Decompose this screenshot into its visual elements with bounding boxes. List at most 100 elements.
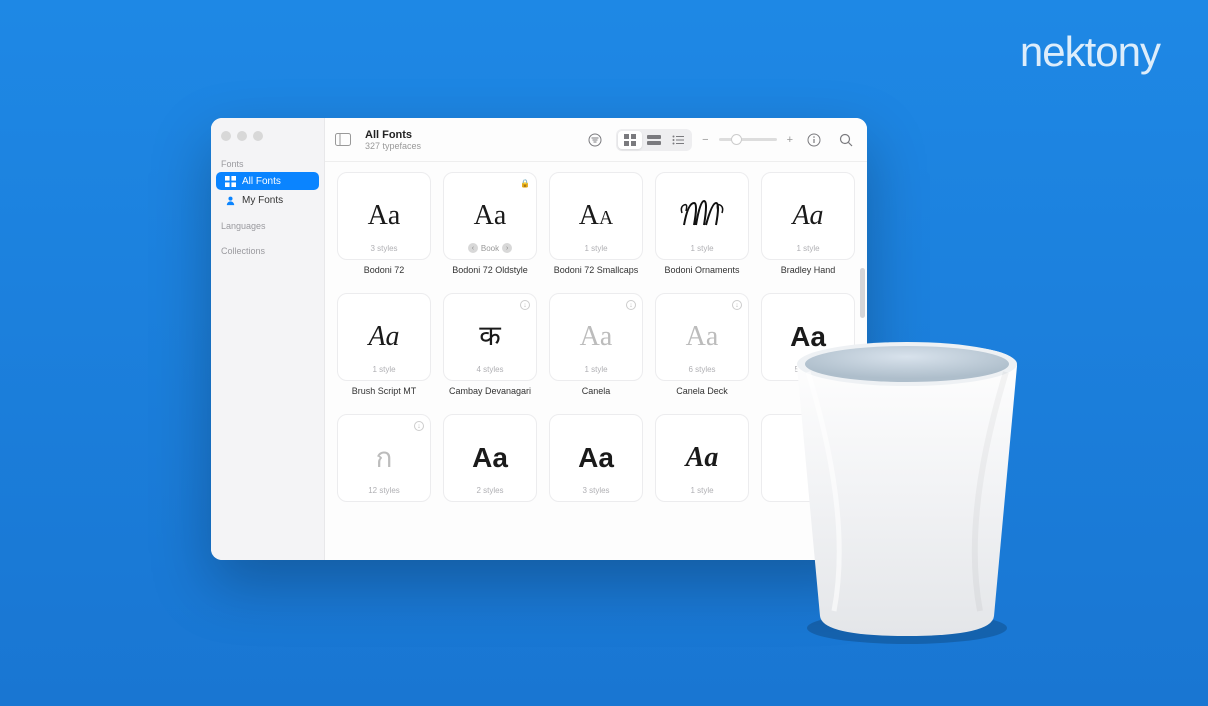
font-name: Brush Script MT [337,386,431,396]
download-icon[interactable]: ↓ [626,300,636,310]
view-segmented [616,129,692,151]
font-sample: Aa [686,323,719,351]
trash-icon [772,336,1042,646]
font-meta: 1 style [584,365,607,374]
search-icon[interactable] [835,130,857,150]
person-icon [224,194,236,206]
font-name: Canela Deck [655,386,749,396]
font-cell[interactable]: Aa 1 style [655,414,749,517]
sidebar-section-collections: Collections [211,242,324,259]
font-cell[interactable]: Aa 🔒 ‹Book› Bodoni 72 Oldstyle [443,172,537,285]
font-meta: 1 style [690,486,713,495]
font-meta: 12 styles [368,486,400,495]
font-sample: Aa [368,202,401,230]
sidebar-section-languages: Languages [211,217,324,234]
list-view-icon[interactable] [666,131,690,149]
font-sample [680,199,724,234]
minimize-dot[interactable] [237,131,247,141]
font-sample: Aa [474,202,507,230]
font-sample: Aa [686,444,719,472]
font-name: Bodoni 72 Oldstyle [443,265,537,275]
font-card[interactable]: ก ↓ 12 styles [337,414,431,502]
font-card[interactable]: 1 style [655,172,749,260]
font-cell[interactable]: Aa ↓ 1 style Canela [549,293,643,406]
font-name: Bodoni Ornaments [655,265,749,275]
font-cell[interactable]: 1 style Bodoni Ornaments [655,172,749,285]
download-icon[interactable]: ↓ [414,421,424,431]
download-icon[interactable]: ↓ [520,300,530,310]
next-icon[interactable]: › [502,243,512,253]
font-name: Bradley Hand [761,265,855,275]
scrollbar-thumb[interactable] [860,268,865,318]
zoom-in-label[interactable]: + [787,134,793,146]
zoom-slider[interactable] [719,138,777,141]
zoom-out-label[interactable]: − [702,134,708,146]
font-sample: Aa [368,323,399,351]
window-controls[interactable] [211,128,324,155]
font-sample: AA [579,202,613,230]
sidebar-item-label: My Fonts [242,195,283,206]
font-card[interactable]: Aa 3 styles [337,172,431,260]
font-meta: 1 style [690,244,713,253]
font-meta: 1 style [584,244,607,253]
font-card[interactable]: Aa ↓ 1 style [549,293,643,381]
lock-icon: 🔒 [520,179,530,188]
font-meta: 3 styles [370,244,397,253]
font-sample: Aa [472,444,508,472]
font-cell[interactable]: Aa 1 style Brush Script MT [337,293,431,406]
font-sample: क [479,323,501,351]
font-card[interactable]: Aa 2 styles [443,414,537,502]
title-block: All Fonts 327 typefaces [365,129,421,151]
font-card[interactable]: Aa 1 style [761,172,855,260]
grid-icon [224,175,236,187]
font-sample: ก [376,444,393,472]
font-meta: ‹Book› [468,243,512,253]
sidebar-item-all-fonts[interactable]: All Fonts [216,172,319,190]
font-card[interactable]: AA 1 style [549,172,643,260]
zoom-dot[interactable] [253,131,263,141]
font-sample: Aa [792,202,823,230]
font-meta: 1 style [372,365,395,374]
font-card[interactable]: Aa ↓ 6 styles [655,293,749,381]
close-dot[interactable] [221,131,231,141]
font-card[interactable]: क ↓ 4 styles [443,293,537,381]
font-meta: 6 styles [688,365,715,374]
sidebar: Fonts All Fonts My Fonts Languages Colle… [211,118,325,560]
toolbar: All Fonts 327 typefaces − + [325,118,867,162]
page-subtitle: 327 typefaces [365,141,421,151]
sidebar-section-fonts: Fonts [211,155,324,172]
font-sample: Aa [578,444,614,472]
font-sample: Aa [580,323,613,351]
font-cell[interactable]: क ↓ 4 styles Cambay Devanagari [443,293,537,406]
font-cell[interactable]: AA 1 style Bodoni 72 Smallcaps [549,172,643,285]
grid-view-icon[interactable] [618,131,642,149]
style-label: Book [481,244,499,253]
brand-logo: nektony [1020,28,1160,76]
font-cell[interactable]: Aa 3 styles Bodoni 72 [337,172,431,285]
font-cell[interactable]: Aa3 styles [549,414,643,517]
font-card[interactable]: Aa 🔒 ‹Book› [443,172,537,260]
sample-view-icon[interactable] [642,131,666,149]
font-name: Bodoni 72 [337,265,431,275]
font-card[interactable]: Aa3 styles [549,414,643,502]
font-book-window: Fonts All Fonts My Fonts Languages Colle… [211,118,867,560]
font-cell[interactable]: Aa 2 styles [443,414,537,517]
sidebar-item-my-fonts[interactable]: My Fonts [216,191,319,209]
font-card[interactable]: Aa 1 style [337,293,431,381]
download-icon[interactable]: ↓ [732,300,742,310]
font-cell[interactable]: ก ↓ 12 styles [337,414,431,517]
font-cell[interactable]: Aa 1 style Bradley Hand [761,172,855,285]
font-name: Canela [549,386,643,396]
font-card[interactable]: Aa 1 style [655,414,749,502]
page-title: All Fonts [365,129,421,141]
info-icon[interactable] [803,130,825,150]
font-cell[interactable]: Aa ↓ 6 styles Canela Deck [655,293,749,406]
sidebar-toggle-icon[interactable] [335,133,351,147]
font-meta: 4 styles [476,365,503,374]
font-meta: 1 style [796,244,819,253]
prev-icon[interactable]: ‹ [468,243,478,253]
filter-icon[interactable] [584,130,606,150]
font-name: Cambay Devanagari [443,386,537,396]
font-meta: 2 styles [476,486,503,495]
font-name: Bodoni 72 Smallcaps [549,265,643,275]
